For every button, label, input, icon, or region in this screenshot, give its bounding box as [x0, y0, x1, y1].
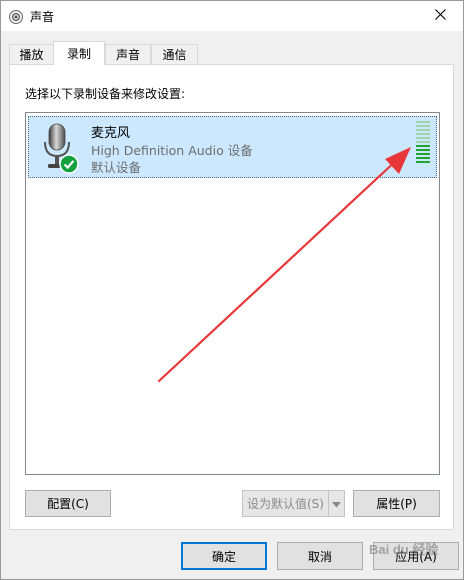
- cancel-button[interactable]: 取消: [277, 542, 363, 570]
- tab-label: 录制: [66, 47, 91, 61]
- sound-dialog: 声音 播放 录制 声音 通信 选择以下录制设备来修改设置: 麦克风 High D…: [0, 0, 464, 580]
- panel-instruction: 选择以下录制设备来修改设置:: [25, 87, 186, 101]
- level-meter-bar: [416, 125, 430, 127]
- configure-button[interactable]: 配置(C): [25, 490, 111, 517]
- tab-sounds[interactable]: 声音: [105, 44, 151, 64]
- device-list[interactable]: 麦克风 High Definition Audio 设备 默认设备: [25, 112, 440, 475]
- speaker-icon: [8, 9, 24, 28]
- tab-communications[interactable]: 通信: [151, 44, 198, 64]
- level-meter-bar: [416, 145, 430, 147]
- level-meter-bar: [416, 153, 430, 155]
- list-item-microphone[interactable]: 麦克风 High Definition Audio 设备 默认设备: [28, 116, 437, 178]
- device-name: 麦克风: [91, 126, 131, 141]
- level-meter-bar: [416, 129, 430, 131]
- baidu-watermark: Bai du 经验: [369, 542, 439, 557]
- close-icon: [434, 9, 446, 23]
- default-checkmark-icon: [59, 154, 79, 177]
- recording-panel: 选择以下录制设备来修改设置: 麦克风 High Definition Audio…: [9, 64, 454, 530]
- level-meter-bar: [416, 161, 430, 163]
- set-default-button[interactable]: 设为默认值(S): [242, 490, 329, 517]
- level-meter: [416, 121, 430, 163]
- device-status: 默认设备: [91, 160, 142, 175]
- level-meter-bar: [416, 137, 430, 139]
- level-meter-bar: [416, 149, 430, 151]
- chevron-down-icon: [332, 497, 341, 511]
- tab-recording[interactable]: 录制: [53, 41, 105, 65]
- tab-label: 声音: [115, 48, 140, 62]
- properties-button[interactable]: 属性(P): [353, 490, 440, 517]
- level-meter-bar: [416, 141, 430, 143]
- tab-label: 播放: [19, 48, 44, 62]
- set-default-dropdown[interactable]: [328, 490, 345, 517]
- tab-label: 通信: [162, 48, 187, 62]
- close-button[interactable]: [417, 1, 463, 31]
- level-meter-bar: [416, 133, 430, 135]
- title-bar: 声音: [1, 1, 463, 31]
- ok-button[interactable]: 确定: [181, 542, 267, 570]
- level-meter-bar: [416, 121, 430, 123]
- level-meter-bar: [416, 157, 430, 159]
- tab-playback[interactable]: 播放: [9, 44, 54, 64]
- window-title: 声音: [30, 10, 55, 24]
